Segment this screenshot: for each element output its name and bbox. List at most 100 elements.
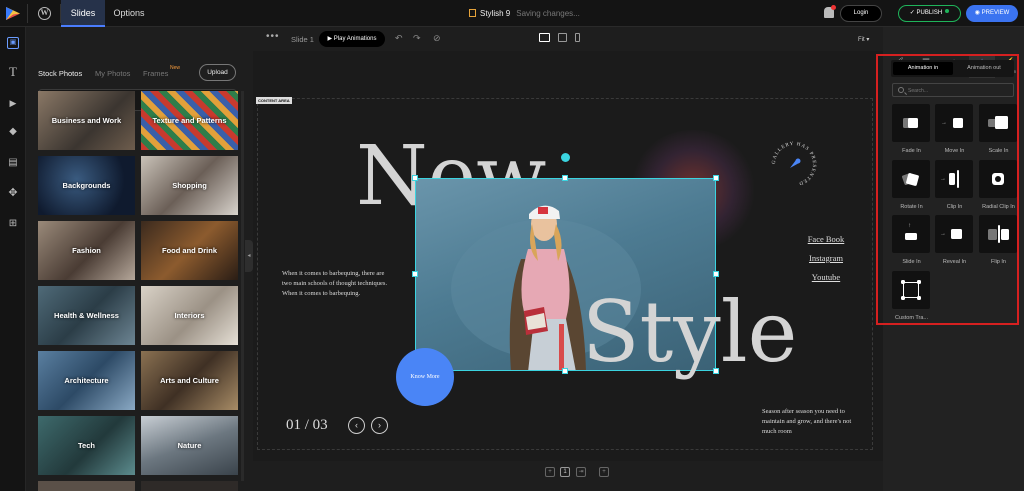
preview-button[interactable]: ◉ PREVIEW	[966, 5, 1018, 22]
category-label: Architecture	[64, 376, 109, 385]
facebook-link[interactable]: Face Book	[800, 234, 852, 244]
category-label: Texture and Patterns	[152, 116, 227, 125]
tab-frames[interactable]: Frames	[143, 69, 168, 78]
youtube-link[interactable]: Youtube	[800, 272, 852, 282]
slide-counter: 01 / 03	[286, 417, 328, 433]
tab-my-photos[interactable]: My Photos	[95, 69, 130, 78]
add-slide-icon[interactable]: +	[599, 467, 609, 477]
resize-handle-top-left[interactable]	[412, 175, 418, 181]
slide-label: Slide 1	[291, 35, 314, 44]
document-icon	[469, 9, 476, 17]
top-bar: W Slides Options Stylish 9 Saving changes…	[0, 0, 1024, 27]
resize-handle-left[interactable]	[412, 271, 418, 277]
content-area-label: CONTENT AREA	[256, 97, 292, 104]
left-tool-rail: ▣ T ▶ ◆ ▤ ✥ ⊞	[0, 27, 26, 491]
undo-icon[interactable]: ↶	[395, 33, 403, 43]
login-button[interactable]: Login	[840, 5, 882, 22]
mobile-view-icon[interactable]	[575, 33, 580, 42]
category-tile[interactable]: Arts and Culture	[141, 351, 238, 410]
paragraph-right[interactable]: Season after season you need to maintain…	[762, 407, 860, 437]
category-label: Nature	[177, 441, 202, 450]
highlight-annotation-box	[876, 54, 1019, 325]
category-tile[interactable]: Backgrounds	[38, 156, 135, 215]
category-label: Tech	[78, 441, 95, 450]
tablet-view-icon[interactable]	[558, 33, 567, 42]
play-animations-button[interactable]: ▶ Play Animations	[319, 31, 385, 47]
zoom-fit-label: Fit	[858, 37, 865, 43]
publish-status-dot	[945, 9, 950, 13]
redo-icon[interactable]: ↷	[413, 33, 421, 43]
layout-tool-icon[interactable]: ▤	[7, 157, 19, 169]
category-tile[interactable]: Texture and Patterns	[141, 91, 238, 150]
social-links: Face Book Instagram Youtube	[800, 234, 852, 291]
slide-number-icon[interactable]: 1	[560, 467, 570, 477]
tab-stock-photos[interactable]: Stock Photos	[38, 69, 82, 78]
visibility-off-icon[interactable]: ⊘	[433, 33, 441, 43]
text-tool-icon[interactable]: T	[7, 65, 19, 78]
rotate-handle[interactable]	[561, 153, 570, 162]
instagram-link[interactable]: Instagram	[800, 253, 852, 263]
paragraph-left[interactable]: When it comes to barbequing, there are t…	[282, 269, 394, 299]
document-name: Stylish 9	[480, 9, 511, 18]
frames-new-badge: New	[170, 65, 181, 71]
category-label: Interiors	[174, 311, 205, 320]
category-tile[interactable]: Food and Drink	[141, 221, 238, 280]
category-tile[interactable]: Interiors	[141, 286, 238, 345]
tab-options[interactable]: Options	[105, 0, 153, 27]
desktop-view-icon[interactable]	[539, 33, 550, 42]
next-slide-icon[interactable]: ›	[371, 417, 388, 434]
resize-handle-bottom-right[interactable]	[713, 368, 719, 374]
resize-handle-bottom[interactable]	[562, 368, 568, 374]
panel-scrollbar[interactable]	[241, 91, 244, 481]
save-status: Saving changes...	[516, 9, 580, 18]
play-animations-label: Play Animations	[333, 36, 377, 42]
upload-button[interactable]: Upload	[199, 64, 236, 81]
category-tile[interactable]: Tech	[38, 416, 135, 475]
category-tile[interactable]	[38, 481, 135, 491]
category-tile[interactable]: Nature	[141, 416, 238, 475]
upload-label: Upload	[207, 69, 228, 76]
collapse-panel-handle[interactable]: ◂	[245, 240, 253, 272]
preview-label: PREVIEW	[981, 10, 1010, 16]
zoom-fit-select[interactable]: Fit ▾	[858, 36, 869, 43]
category-tile[interactable]: Health & Wellness	[38, 286, 135, 345]
images-tool-icon[interactable]: ▣	[7, 37, 19, 49]
tab-slides[interactable]: Slides	[61, 0, 105, 27]
resize-handle-top[interactable]	[562, 175, 568, 181]
resize-handle-right[interactable]	[713, 271, 719, 277]
category-tile[interactable]: Shopping	[141, 156, 238, 215]
add-section-icon[interactable]: +	[545, 467, 555, 477]
wordpress-icon[interactable]: W	[38, 7, 51, 20]
category-tile[interactable]: Architecture	[38, 351, 135, 410]
category-tile[interactable]: Fashion	[38, 221, 135, 280]
circular-badge[interactable]: GALLERY HAS PRESENTED	[766, 136, 822, 192]
category-label: Fashion	[72, 246, 101, 255]
know-more-button[interactable]: Know More	[396, 348, 454, 406]
category-label: Arts and Culture	[160, 376, 219, 385]
shapes-tool-icon[interactable]: ◆	[7, 126, 19, 138]
notification-bell-icon[interactable]	[824, 5, 836, 18]
category-label: Health & Wellness	[54, 311, 119, 320]
resize-handle-top-right[interactable]	[713, 175, 719, 181]
video-tool-icon[interactable]: ▶	[7, 97, 19, 109]
heading-style[interactable]: Style	[582, 290, 797, 374]
login-label: Login	[853, 10, 869, 16]
publish-label: PUBLISH	[916, 10, 943, 16]
category-label: Backgrounds	[62, 181, 111, 190]
know-more-label: Know More	[410, 374, 440, 380]
more-options-icon[interactable]: •••	[266, 31, 280, 42]
publish-button[interactable]: ✓ PUBLISH	[898, 5, 961, 22]
category-tile[interactable]: Business and Work	[38, 91, 135, 150]
category-label: Shopping	[172, 181, 207, 190]
app-logo-icon[interactable]	[5, 6, 21, 21]
previous-slide-icon[interactable]: ‹	[348, 417, 365, 434]
category-label: Business and Work	[51, 116, 122, 125]
stock-photos-panel: Stock Photos My Photos Frames New Upload…	[26, 27, 245, 491]
add-element-icon[interactable]: ⊞	[7, 218, 19, 230]
duplicate-slide-icon[interactable]: ⇥	[576, 467, 586, 477]
move-tool-icon[interactable]: ✥	[7, 187, 19, 199]
canvas-toolbar: ••• Slide 1 ▶ Play Animations ↶ ↷ ⊘ Fit …	[253, 27, 883, 51]
category-tile[interactable]	[141, 481, 238, 491]
category-label: Food and Drink	[162, 246, 217, 255]
document-title[interactable]: Stylish 9 Saving changes...	[469, 0, 580, 27]
